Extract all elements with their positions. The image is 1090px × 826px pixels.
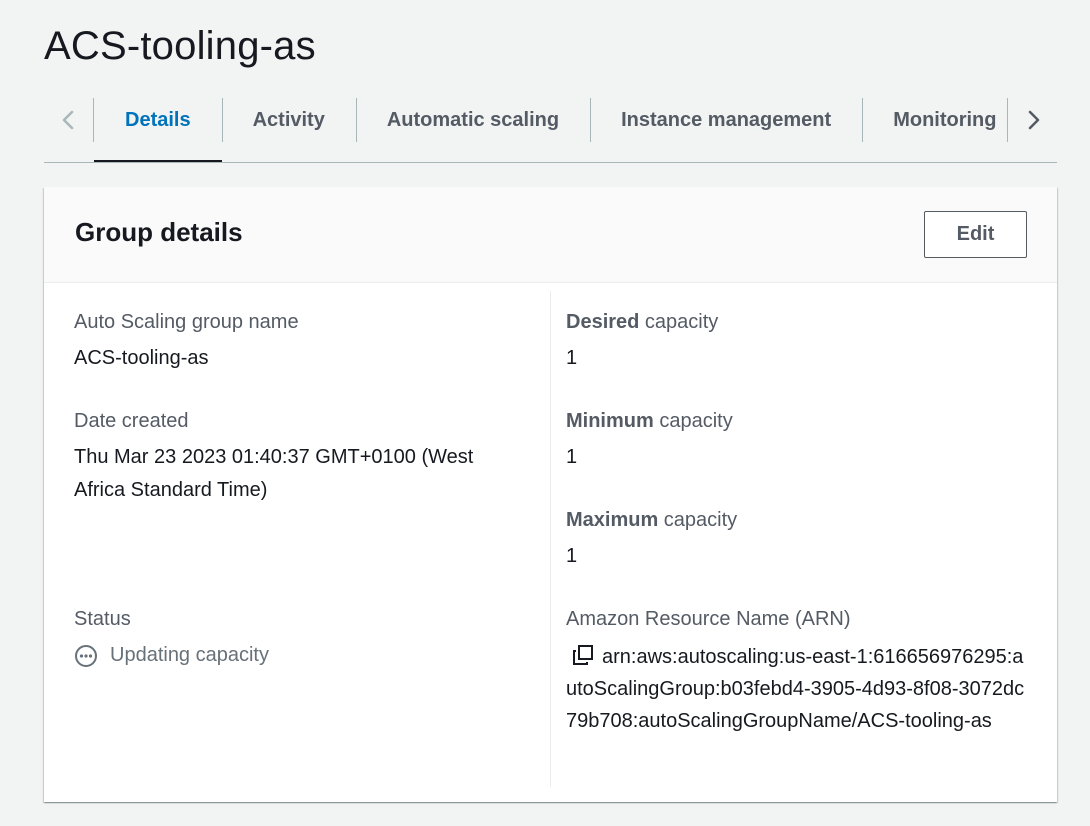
arn-value-row: arn:aws:autoscaling:us-east-1:6166569762… xyxy=(566,641,1028,737)
status-pending-icon xyxy=(75,644,97,667)
desired-capacity-value: 1 xyxy=(566,347,578,369)
arn-value: arn:aws:autoscaling:us-east-1:6166569762… xyxy=(566,646,1025,732)
date-created-field: Date created Thu Mar 23 2023 01:40:37 GM… xyxy=(74,409,524,507)
tabs-scroll-left-button[interactable] xyxy=(44,98,94,142)
column-divider xyxy=(550,291,551,787)
status-field: Status Updating capacity xyxy=(74,607,269,672)
group-details-title: Group details xyxy=(75,217,243,247)
copy-icon[interactable] xyxy=(572,644,594,666)
minimum-capacity-label: Minimum capacity xyxy=(566,410,733,432)
chevron-right-icon xyxy=(1028,110,1039,130)
group-details-header: Group details Edit xyxy=(44,187,1057,283)
asg-name-field: Auto Scaling group name ACS-tooling-as xyxy=(74,310,299,375)
tab-monitoring[interactable]: Monitoring xyxy=(862,94,1007,162)
maximum-capacity-field: Maximum capacity 1 xyxy=(566,508,737,573)
chevron-left-icon xyxy=(62,110,73,130)
desired-capacity-label: Desired capacity xyxy=(566,311,719,333)
arn-field: Amazon Resource Name (ARN) arn:aws:autos… xyxy=(566,607,1028,737)
status-indicator: Updating capacity xyxy=(74,639,269,672)
page-title: ACS-tooling-as xyxy=(44,24,316,68)
tab-details[interactable]: Details xyxy=(94,94,222,162)
status-value: Updating capacity xyxy=(110,644,269,666)
edit-button[interactable]: Edit xyxy=(924,211,1027,258)
date-created-value: Thu Mar 23 2023 01:40:37 GMT+0100 (West … xyxy=(74,446,474,501)
group-details-panel: Group details Edit Auto Scaling group na… xyxy=(44,187,1057,802)
desired-capacity-field: Desired capacity 1 xyxy=(566,310,718,375)
minimum-capacity-field: Minimum capacity 1 xyxy=(566,409,733,474)
minimum-capacity-value: 1 xyxy=(566,446,578,468)
maximum-capacity-label: Maximum capacity xyxy=(566,509,738,531)
maximum-capacity-value: 1 xyxy=(566,545,578,567)
asg-name-label: Auto Scaling group name xyxy=(74,311,299,333)
arn-label: Amazon Resource Name (ARN) xyxy=(566,608,851,630)
tab-list: Details Activity Automatic scaling Insta… xyxy=(94,94,1007,162)
date-created-label: Date created xyxy=(74,410,189,432)
tab-automatic-scaling[interactable]: Automatic scaling xyxy=(355,94,590,162)
tab-bar: Details Activity Automatic scaling Insta… xyxy=(44,94,1057,163)
tab-instance-management[interactable]: Instance management xyxy=(590,94,862,162)
tab-activity[interactable]: Activity xyxy=(221,94,356,162)
status-label: Status xyxy=(74,608,131,630)
asg-name-value: ACS-tooling-as xyxy=(74,347,209,369)
tabs-scroll-right-button[interactable] xyxy=(1007,98,1057,142)
